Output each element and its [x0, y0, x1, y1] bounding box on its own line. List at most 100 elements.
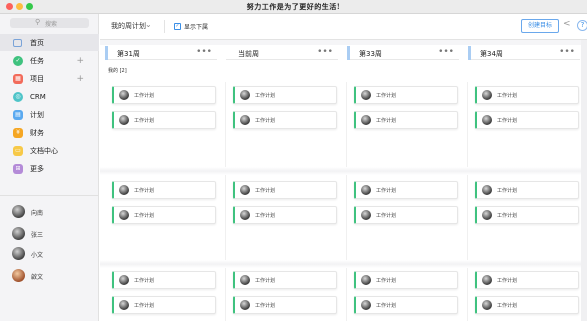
sidebar-item-home[interactable]: 首页 [0, 34, 99, 51]
member-item[interactable]: 张三 [0, 225, 99, 243]
plan-card[interactable]: 工作计划 [233, 86, 337, 104]
scrollbar-track[interactable] [581, 40, 587, 321]
plan-card[interactable]: 工作计划 [354, 181, 458, 199]
plan-card[interactable]: 工作计划 [112, 271, 216, 289]
column-header: 第34周 ••• [468, 46, 580, 60]
plan-card-label: 工作计划 [376, 188, 397, 194]
checkbox[interactable]: ✓ [174, 23, 181, 30]
avatar [361, 275, 371, 285]
help-icon[interactable]: ? [577, 20, 587, 31]
plan-card[interactable]: 工作计划 [233, 271, 337, 289]
plan-card-label: 工作计划 [255, 213, 276, 219]
column-header: 第31周 ••• [105, 46, 217, 60]
member-name: 啟文 [31, 274, 44, 281]
plan-card[interactable]: 工作计划 [354, 111, 458, 129]
plan-card-label: 工作计划 [497, 118, 518, 124]
plan-card[interactable]: 工作计划 [475, 206, 579, 224]
plan-icon: ▤ [13, 109, 23, 120]
sidebar-item-tasks[interactable]: ✓ 任务 + [0, 52, 99, 69]
column-divider [346, 82, 347, 321]
plan-card[interactable]: 工作计划 [112, 86, 216, 104]
sidebar-item-documents[interactable]: ▭ 文档中心 [0, 142, 99, 159]
plan-card[interactable]: 工作计划 [475, 111, 579, 129]
group-label[interactable]: 我的 [2] [108, 67, 127, 74]
avatar [482, 185, 492, 195]
plan-card[interactable]: 工作计划 [112, 206, 216, 224]
sidebar-item-projects[interactable]: ▦ 项目 + [0, 70, 99, 87]
plan-card[interactable]: 工作计划 [233, 181, 337, 199]
column-menu-button[interactable]: ••• [559, 47, 575, 57]
plan-card[interactable]: 工作计划 [354, 271, 458, 289]
plan-card[interactable]: 工作计划 [475, 86, 579, 104]
plan-card[interactable]: 工作计划 [233, 296, 337, 314]
add-project-button[interactable]: + [76, 74, 84, 84]
chevron-down-icon[interactable]: ⌄ [145, 20, 152, 29]
sidebar-item-label: CRM [30, 92, 46, 101]
sidebar-item-finance[interactable]: ¥ 财务 [0, 124, 99, 141]
plan-select[interactable]: 我的周计划 [111, 21, 146, 31]
plan-card-label: 工作计划 [134, 303, 155, 309]
avatar [240, 300, 250, 310]
add-task-button[interactable]: + [76, 56, 84, 66]
plan-card-label: 工作计划 [497, 188, 518, 194]
avatar [12, 269, 25, 282]
avatar [361, 115, 371, 125]
column-header: 当前周 ••• [226, 46, 338, 60]
board-shade [100, 40, 587, 45]
member-item[interactable]: 啟文 [0, 267, 99, 285]
search-input[interactable]: ⚲ 搜索 [10, 18, 89, 28]
plan-card-label: 工作计划 [255, 118, 276, 124]
avatar [119, 210, 129, 220]
avatar [482, 210, 492, 220]
plan-card[interactable]: 工作计划 [475, 296, 579, 314]
avatar [482, 90, 492, 100]
member-item[interactable]: 向南 [0, 203, 99, 221]
home-icon [13, 38, 22, 47]
sidebar-item-plan[interactable]: ▤ 计划 [0, 106, 99, 123]
create-goal-button[interactable]: 创建目标 [521, 19, 559, 33]
avatar [240, 210, 250, 220]
weekly-plan-board: 第31周 ••• 当前周 ••• 第33周 ••• 第34周 ••• 我的 [2… [100, 40, 587, 321]
avatar [482, 115, 492, 125]
plan-card[interactable]: 工作计划 [475, 181, 579, 199]
plan-card-label: 工作计划 [255, 188, 276, 194]
window-title: 努力工作是为了更好的生活! [246, 2, 341, 11]
share-icon[interactable]: < [563, 19, 571, 29]
plan-card[interactable]: 工作计划 [112, 111, 216, 129]
member-item[interactable]: 小文 [0, 245, 99, 263]
column-menu-button[interactable]: ••• [317, 47, 333, 57]
finance-icon: ¥ [13, 127, 23, 138]
plan-card-label: 工作计划 [376, 278, 397, 284]
column-accent [468, 46, 471, 60]
show-subordinates-toggle[interactable]: ✓ 显示下属 [174, 22, 208, 31]
plan-card[interactable]: 工作计划 [233, 111, 337, 129]
sidebar-item-more[interactable]: ⊞ 更多 [0, 160, 99, 177]
toolbar-divider [164, 20, 165, 33]
plan-card[interactable]: 工作计划 [233, 206, 337, 224]
plan-card[interactable]: 工作计划 [354, 296, 458, 314]
plan-card[interactable]: 工作计划 [112, 296, 216, 314]
column-title: 当前周 [238, 50, 259, 58]
plan-card-label: 工作计划 [376, 213, 397, 219]
document-icon: ▭ [13, 145, 23, 156]
column-header: 第33周 ••• [347, 46, 459, 60]
column-accent [347, 46, 350, 60]
sidebar-item-crm[interactable]: ◎ CRM [0, 88, 99, 105]
plan-card-label: 工作计划 [134, 278, 155, 284]
column-menu-button[interactable]: ••• [438, 47, 454, 57]
project-icon: ▦ [13, 73, 23, 84]
toolbar: 我的周计划 ⌄ ✓ 显示下属 创建目标 < ? [100, 14, 587, 40]
avatar [361, 210, 371, 220]
plan-card-label: 工作计划 [376, 118, 397, 124]
avatar [482, 300, 492, 310]
row-divider [100, 260, 587, 268]
more-grid-icon: ⊞ [13, 163, 23, 174]
plan-card[interactable]: 工作计划 [112, 181, 216, 199]
column-menu-button[interactable]: ••• [196, 47, 212, 57]
window-titlebar: 努力工作是为了更好的生活! [0, 0, 587, 14]
plan-card[interactable]: 工作计划 [354, 206, 458, 224]
plan-card[interactable]: 工作计划 [475, 271, 579, 289]
plan-card[interactable]: 工作计划 [354, 86, 458, 104]
avatar [361, 185, 371, 195]
plan-card-label: 工作计划 [376, 93, 397, 99]
